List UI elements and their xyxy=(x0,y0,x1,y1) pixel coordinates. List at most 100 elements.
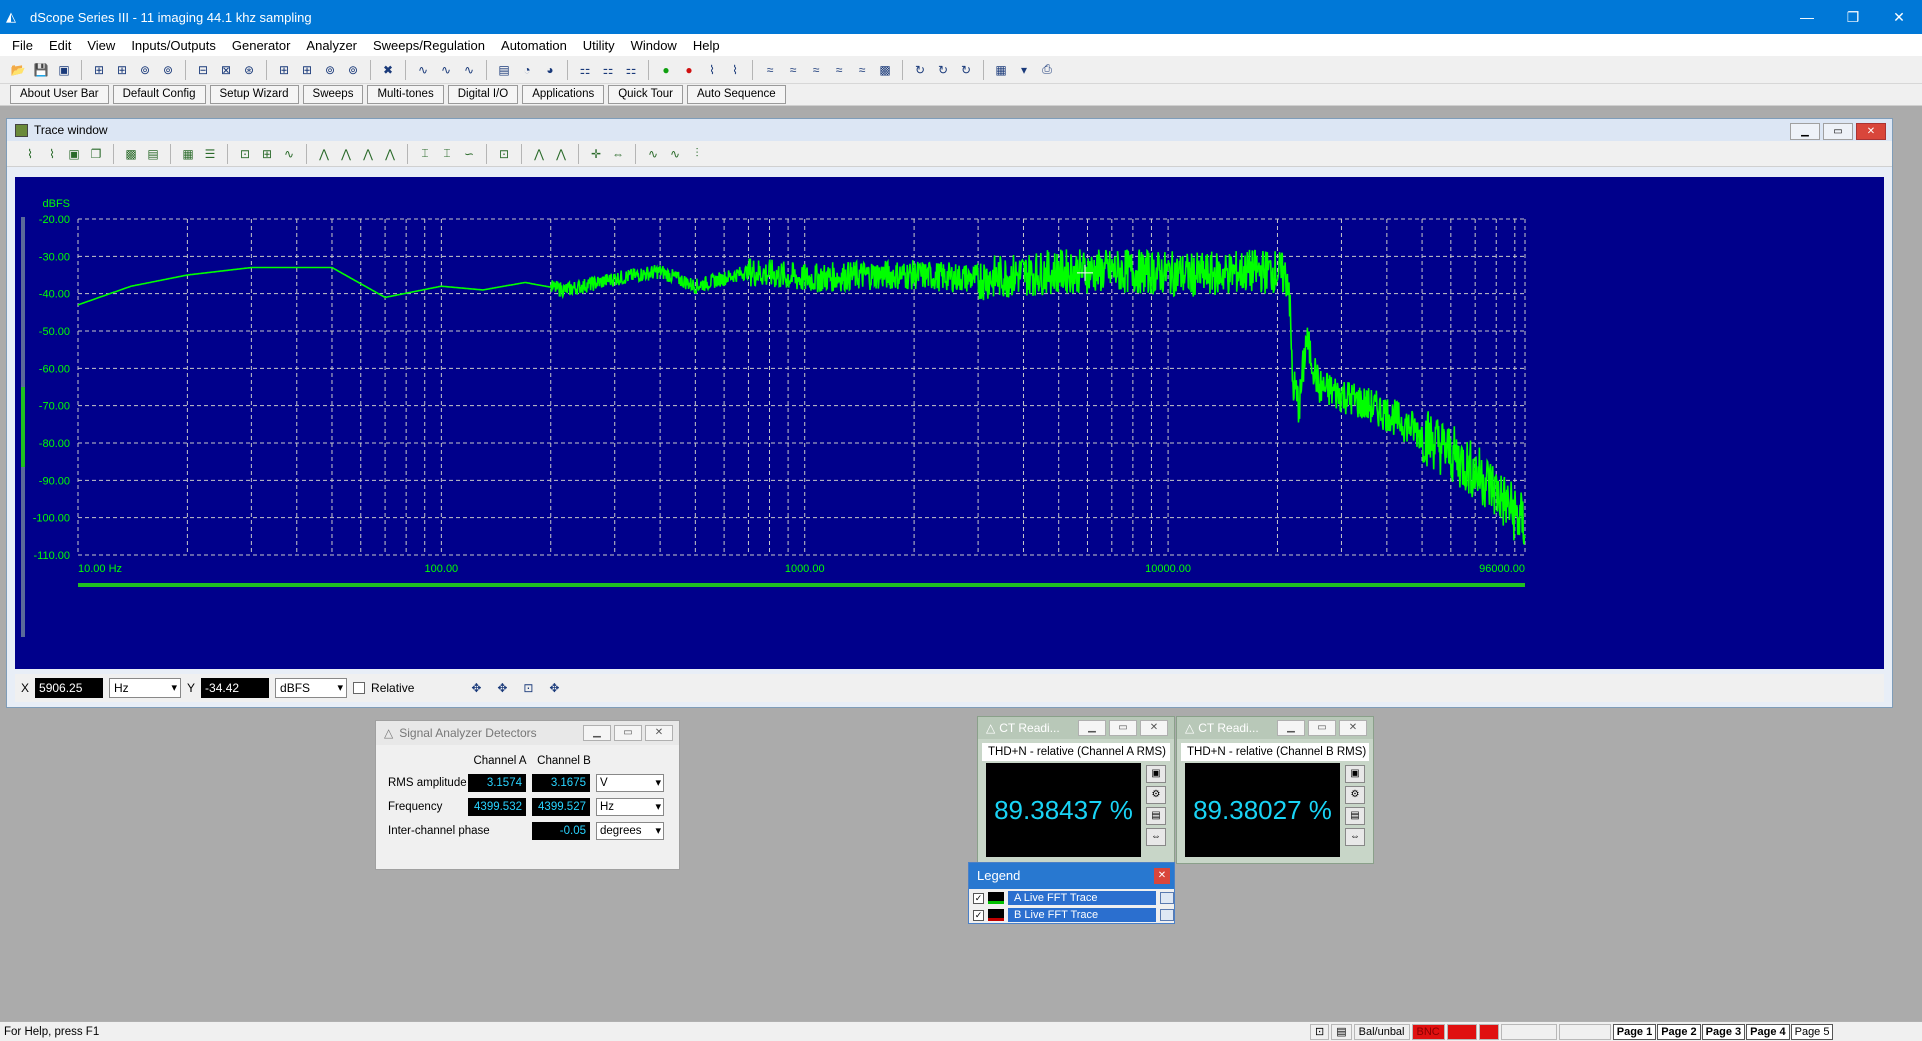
input-b-icon[interactable]: ⊞ xyxy=(297,60,317,80)
input-c-icon[interactable]: ⊚ xyxy=(320,60,340,80)
ct-a-minimize-button[interactable]: ▁ xyxy=(1078,720,1106,736)
cursor-x-unit-select[interactable]: Hz xyxy=(109,678,182,698)
menu-inputs-outputs[interactable]: Inputs/Outputs xyxy=(123,38,224,53)
trace-copy-icon[interactable]: ❐ xyxy=(87,145,105,163)
detectors-minimize-button[interactable]: ▁ xyxy=(583,725,611,741)
sweep-a-icon[interactable]: ⚏ xyxy=(575,60,595,80)
menu-automation[interactable]: Automation xyxy=(493,38,575,53)
filter-icon[interactable]: ∿ xyxy=(644,145,662,163)
output-e-icon[interactable]: ⊟ xyxy=(193,60,213,80)
save-icon[interactable]: 💾 xyxy=(31,60,51,80)
restore-button[interactable]: ❐ xyxy=(1830,0,1876,34)
ct-b-link-icon[interactable]: ⇔ xyxy=(1345,828,1365,846)
ct-b-minimize-button[interactable]: ▁ xyxy=(1277,720,1305,736)
fft-plot[interactable]: -20.00 -30.00 -40.00 -50.00 -60.00 -70.00 -80.… xyxy=(15,177,1884,669)
sweep-c-icon[interactable]: ⚏ xyxy=(621,60,641,80)
crosshair-icon[interactable]: ✛ xyxy=(587,145,605,163)
about-user-bar-button[interactable]: About User Bar xyxy=(10,85,109,104)
output-g-icon[interactable]: ⊛ xyxy=(239,60,259,80)
auto-sequence-button[interactable]: Auto Sequence xyxy=(686,85,786,104)
close-button[interactable]: ✕ xyxy=(1876,0,1922,34)
frequency-unit-select[interactable]: Hz xyxy=(596,798,664,816)
generator-wave3-icon[interactable]: ∿ xyxy=(459,60,479,80)
script-c-icon[interactable]: ↻ xyxy=(956,60,976,80)
output-b-icon[interactable]: ⊞ xyxy=(112,60,132,80)
peak-b-icon[interactable]: ⋀ xyxy=(552,145,570,163)
menu-edit[interactable]: Edit xyxy=(41,38,79,53)
graph-c-icon[interactable]: ≈ xyxy=(806,60,826,80)
legend-b-checkbox[interactable]: ✓ xyxy=(973,909,984,921)
page-3-button[interactable]: Page 3 xyxy=(1701,1023,1746,1040)
phase-unit-select[interactable]: degrees xyxy=(596,822,664,840)
trace-a-icon[interactable]: ⌇ xyxy=(21,145,39,163)
output-d-icon[interactable]: ⊚ xyxy=(158,60,178,80)
trace-graph-icon[interactable]: ▩ xyxy=(122,145,140,163)
graph-d-icon[interactable]: ≈ xyxy=(829,60,849,80)
ct-b-settings-icon[interactable]: ⚙ xyxy=(1345,786,1365,804)
menu-analyzer[interactable]: Analyzer xyxy=(298,38,365,53)
zoom-y-icon[interactable]: ∿ xyxy=(280,145,298,163)
autoscale-icon[interactable]: ⊡ xyxy=(495,145,513,163)
script-b-icon[interactable]: ↻ xyxy=(933,60,953,80)
cursor-c-icon[interactable]: ⋀ xyxy=(359,145,377,163)
cursor-move-b-icon[interactable]: ✥ xyxy=(492,678,512,698)
stop-red-icon[interactable]: ● xyxy=(679,60,699,80)
ct-a-close-button[interactable]: ✕ xyxy=(1140,720,1168,736)
analyzer-icon[interactable]: ▤ xyxy=(494,60,514,80)
legend-a-copy-icon[interactable] xyxy=(1160,892,1174,904)
ct-a-display-icon[interactable]: ▣ xyxy=(1146,765,1166,783)
cursor-x-value[interactable]: 5906.25 xyxy=(35,678,104,698)
trace-icon[interactable]: ⌇ xyxy=(702,60,722,80)
fft-plot-canvas[interactable]: -20.00 -30.00 -40.00 -50.00 -60.00 -70.00 -80.… xyxy=(15,177,1884,669)
script-icon[interactable]: ↻ xyxy=(910,60,930,80)
trace-minimize-button[interactable]: ▁ xyxy=(1790,123,1820,140)
trace-b-icon[interactable]: ⌇ xyxy=(43,145,61,163)
setup-wizard-button[interactable]: Setup Wizard xyxy=(209,85,299,104)
legend-item-b[interactable]: ✓ B Live FFT Trace xyxy=(969,907,1174,923)
trace-table-icon[interactable]: ▤ xyxy=(144,145,162,163)
cursor-move-icon[interactable]: ✥ xyxy=(466,678,486,698)
menu-window[interactable]: Window xyxy=(623,38,685,53)
page-5-button[interactable]: Page 5 xyxy=(1790,1023,1834,1040)
cursor-y-value[interactable]: -34.42 xyxy=(201,678,270,698)
marker-b-icon[interactable]: ⌶ xyxy=(438,145,456,163)
sweep-b-icon[interactable]: ⚏ xyxy=(598,60,618,80)
page-4-button[interactable]: Page 4 xyxy=(1746,1023,1790,1040)
cursor-snap-icon[interactable]: ⊡ xyxy=(518,678,538,698)
menu-utility[interactable]: Utility xyxy=(575,38,623,53)
output-c-icon[interactable]: ⊚ xyxy=(135,60,155,80)
relative-checkbox[interactable] xyxy=(353,682,366,694)
trace-maximize-button[interactable]: ▭ xyxy=(1823,123,1853,140)
multi-tones-button[interactable]: Multi-tones xyxy=(367,85,444,104)
cursor-peak-icon[interactable]: ✥ xyxy=(544,678,564,698)
ct-b-display-icon[interactable]: ▣ xyxy=(1345,765,1365,783)
output-a-icon[interactable]: ⊞ xyxy=(89,60,109,80)
scope-icon[interactable]: ◔ xyxy=(517,60,537,80)
marker-icon[interactable]: ⌶ xyxy=(416,145,434,163)
save-all-icon[interactable]: ▣ xyxy=(54,60,74,80)
page-1-button[interactable]: Page 1 xyxy=(1612,1023,1657,1040)
quick-tour-button[interactable]: Quick Tour xyxy=(608,85,683,104)
default-config-button[interactable]: Default Config xyxy=(112,85,206,104)
fft-icon[interactable]: ⫶ xyxy=(688,145,706,163)
ct-b-log-icon[interactable]: ▤ xyxy=(1345,807,1365,825)
menu-file[interactable]: File xyxy=(4,38,41,53)
legend-a-checkbox[interactable]: ✓ xyxy=(973,892,984,904)
report-dropdown-icon[interactable]: ▾ xyxy=(1014,60,1034,80)
rms-unit-select[interactable]: V xyxy=(596,774,664,792)
menu-sweeps-regulation[interactable]: Sweeps/Regulation xyxy=(365,38,493,53)
page-2-button[interactable]: Page 2 xyxy=(1657,1023,1701,1040)
detectors-close-button[interactable]: ✕ xyxy=(645,725,673,741)
filter-b-icon[interactable]: ∿ xyxy=(666,145,684,163)
ct-b-close-button[interactable]: ✕ xyxy=(1339,720,1367,736)
run-green-icon[interactable]: ● xyxy=(656,60,676,80)
trace-select-icon[interactable]: ⌇ xyxy=(725,60,745,80)
cursor-b-icon[interactable]: ⋀ xyxy=(337,145,355,163)
digital-io-button[interactable]: Digital I/O xyxy=(447,85,519,104)
sweeps-button[interactable]: Sweeps xyxy=(302,85,364,104)
pan-icon[interactable]: ⇔ xyxy=(609,145,627,163)
trace-close-button[interactable]: ✕ xyxy=(1856,123,1886,140)
trace-settings-icon[interactable]: ▦ xyxy=(179,145,197,163)
meter-icon[interactable]: ◕ xyxy=(540,60,560,80)
input-a-icon[interactable]: ⊞ xyxy=(274,60,294,80)
